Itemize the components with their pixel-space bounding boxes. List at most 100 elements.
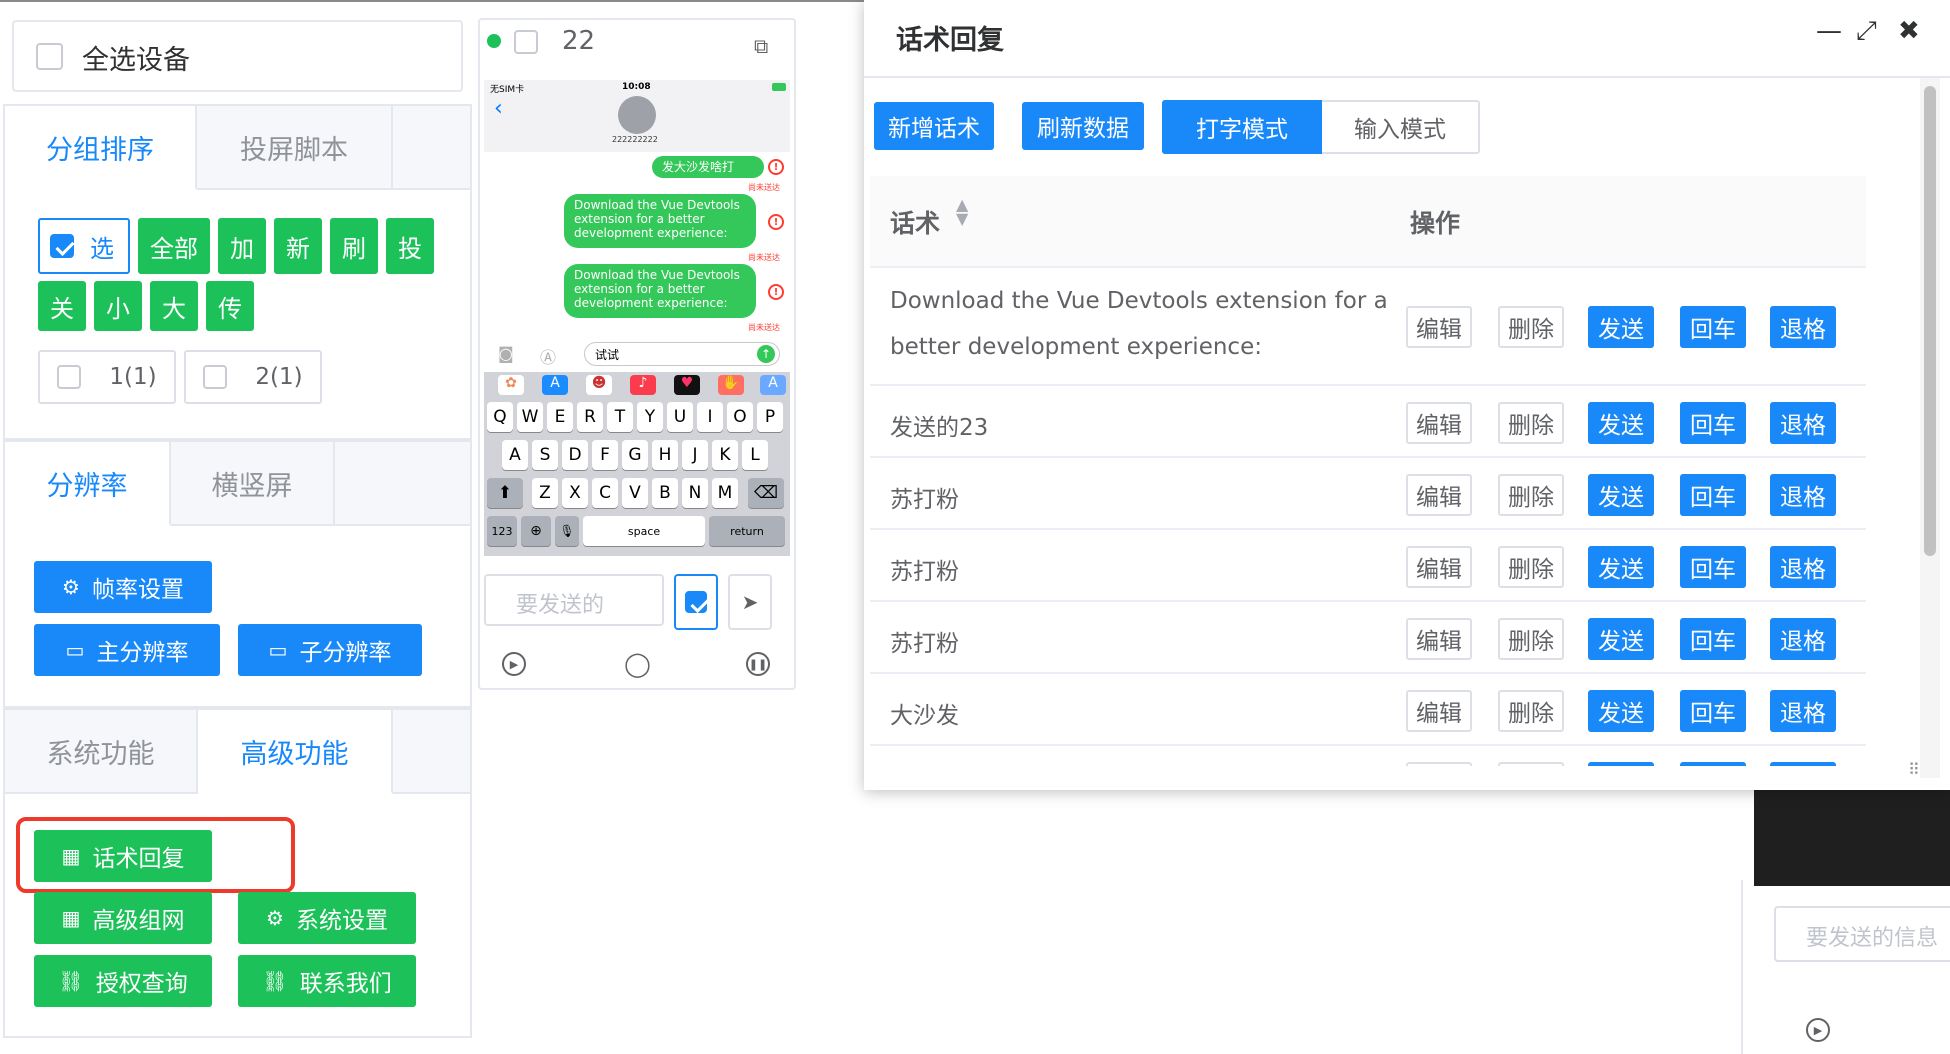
music-icon[interactable]: ♪ [630,375,656,395]
tab-system-functions[interactable]: 系统功能 [5,710,198,792]
group-1-checkbox[interactable] [57,365,82,389]
input-mode-button[interactable]: 输入模式 [1322,100,1480,154]
key-123[interactable]: 123 [487,516,517,546]
delete-button[interactable]: 删除 [1498,474,1564,516]
send-button[interactable]: 发送 [1588,402,1654,444]
tab-advanced-functions[interactable]: 高级功能 [198,710,393,794]
enter-button[interactable] [1680,762,1746,766]
copy-icon[interactable]: ⧉ [754,34,776,58]
group-2-checkbox[interactable] [203,365,228,389]
send-button[interactable]: 发送 [1588,546,1654,588]
delete-button[interactable]: 删除 [1498,402,1564,444]
select-checkbox[interactable] [50,234,74,258]
send-button[interactable]: 发送 [1588,690,1654,732]
appstore-icon[interactable]: Ⓐ [540,344,556,368]
tab-resolution[interactable]: 分辨率 [5,442,171,526]
type-mode-button[interactable]: 打字模式 [1162,100,1322,154]
main-resolution-button[interactable]: ▭ 主分辨率 [34,624,220,676]
dialog-scrollbar-thumb[interactable] [1924,86,1936,556]
select-button[interactable]: 选 [38,218,130,274]
key-y[interactable]: Y [637,402,663,432]
appstore-app-icon[interactable]: A [542,375,568,395]
edit-button[interactable]: 编辑 [1406,690,1472,732]
tab-orientation[interactable]: 横竖屏 [171,442,335,524]
minimize-icon[interactable]: — [1816,16,1842,46]
send-button[interactable] [1588,762,1654,766]
group-add-button[interactable]: 加 [218,218,266,274]
select-all-checkbox[interactable] [36,43,63,70]
group-all-button[interactable]: 全部 [138,218,210,274]
add-script-button[interactable]: 新增话术 [874,102,994,150]
refresh-data-button[interactable]: 刷新数据 [1022,102,1144,150]
send-button[interactable]: 发送 [1588,306,1654,348]
key-d[interactable]: D [562,440,588,470]
edit-button[interactable]: 编辑 [1406,546,1472,588]
fps-settings-button[interactable]: ⚙ 帧率设置 [34,561,212,613]
key-b[interactable]: B [652,478,678,508]
close-icon[interactable]: ✖ [1898,16,1920,46]
send-button[interactable]: ➤ [728,574,772,630]
delete-button[interactable] [1498,762,1564,766]
backspace-button[interactable]: 退格 [1770,618,1836,660]
delete-key[interactable]: ⌫ [748,478,784,508]
group-refresh-button[interactable]: 刷 [330,218,378,274]
key-i[interactable]: I [697,402,723,432]
background-send-input[interactable]: 要发送的信息 [1774,906,1950,962]
edit-button[interactable]: 编辑 [1406,402,1472,444]
enter-button[interactable]: 回车 [1680,402,1746,444]
group-transfer-button[interactable]: 传 [206,281,254,331]
key-q[interactable]: Q [487,402,513,432]
camera-icon[interactable]: ◙ [498,344,514,363]
key-f[interactable]: F [592,440,618,470]
edit-button[interactable]: 编辑 [1406,618,1472,660]
edit-button[interactable] [1406,762,1472,766]
backspace-button[interactable]: 退格 [1770,402,1836,444]
photos-icon[interactable]: ✿ [498,375,524,395]
select-all-label[interactable]: 全选设备 [82,38,190,77]
delete-button[interactable]: 删除 [1498,546,1564,588]
key-n[interactable]: N [682,478,708,508]
enter-button[interactable]: 回车 [1680,618,1746,660]
send-checkbox[interactable] [685,591,707,613]
key-s[interactable]: S [532,440,558,470]
delete-button[interactable]: 删除 [1498,690,1564,732]
key-p[interactable]: P [757,402,783,432]
send-input[interactable]: 要发送的 [484,574,664,626]
resize-handle-icon[interactable]: ⠿ [1908,760,1920,779]
globe-key-icon[interactable]: ⊕ [521,516,551,546]
digital-touch-icon[interactable]: ✋ [718,375,744,395]
phone-screen[interactable]: 无SIM卡 10:08 ‹ 222222222 发大沙发啥打 ! 尚未送达 Do… [484,80,790,556]
key-a[interactable]: A [502,440,528,470]
tab-screen-script[interactable]: 投屏脚本 [197,106,393,188]
delete-button[interactable]: 删除 [1498,618,1564,660]
apple-icon[interactable]: ◯ [624,650,651,678]
key-h[interactable]: H [652,440,678,470]
return-key[interactable]: return [709,516,785,546]
group-small-button[interactable]: 小 [94,281,142,331]
adv-network-button[interactable]: ▦ 高级组网 [34,892,212,944]
background-play-icon[interactable]: ▶ [1806,1018,1830,1042]
space-key[interactable]: space [583,516,705,546]
contact-us-button[interactable]: ⛓ 联系我们 [238,955,416,1007]
key-t[interactable]: T [607,402,633,432]
key-w[interactable]: W [517,402,543,432]
group-2-button[interactable]: 2(1) [184,350,322,404]
play-icon[interactable]: ▶ [502,652,526,676]
key-v[interactable]: V [622,478,648,508]
delete-button[interactable]: 删除 [1498,306,1564,348]
key-l[interactable]: L [742,440,768,470]
tab-group-sort[interactable]: 分组排序 [5,106,197,190]
group-close-button[interactable]: 关 [38,281,86,331]
edit-button[interactable]: 编辑 [1406,306,1472,348]
enter-button[interactable]: 回车 [1680,306,1746,348]
key-u[interactable]: U [667,402,693,432]
system-settings-button[interactable]: ⚙ 系统设置 [238,892,416,944]
heart-icon[interactable]: ♥ [674,375,700,395]
edit-button[interactable]: 编辑 [1406,474,1472,516]
key-x[interactable]: X [562,478,588,508]
key-j[interactable]: J [682,440,708,470]
enter-button[interactable]: 回车 [1680,546,1746,588]
memoji-icon[interactable]: ☻ [586,375,612,395]
sub-resolution-button[interactable]: ▭ 子分辨率 [238,624,422,676]
key-k[interactable]: K [712,440,738,470]
